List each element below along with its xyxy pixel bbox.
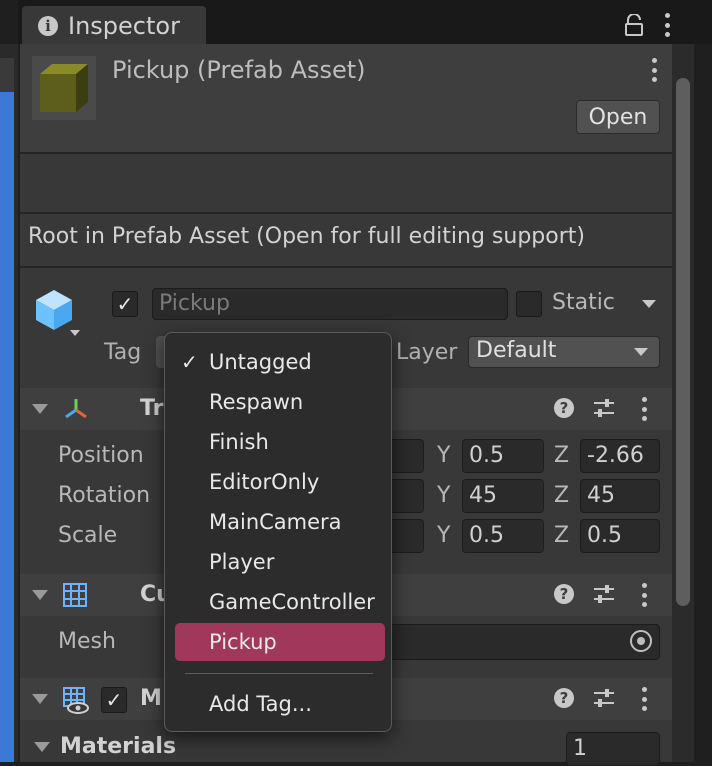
foldout-arrow-icon[interactable] xyxy=(32,694,48,704)
divider xyxy=(20,266,672,268)
scale-label: Scale xyxy=(58,523,118,548)
menu-item-label: Player xyxy=(209,550,275,574)
axis-y-label: Y xyxy=(437,483,451,508)
divider xyxy=(20,212,672,214)
axis-z-label: Z xyxy=(554,483,570,508)
gameobject-name-field[interactable]: Pickup xyxy=(152,288,508,320)
tag-label: Tag xyxy=(104,340,142,365)
open-prefab-button[interactable]: Open xyxy=(576,100,660,134)
mesh-label: Mesh xyxy=(58,629,116,654)
layer-value: Default xyxy=(476,338,557,363)
active-checkbox[interactable]: ✓ xyxy=(112,291,138,317)
foldout-arrow-icon[interactable] xyxy=(32,590,48,600)
menu-item-finish[interactable]: Finish xyxy=(175,423,385,461)
info-icon: i xyxy=(38,16,58,36)
static-label: Static xyxy=(552,290,615,315)
left-window-selection xyxy=(0,92,14,762)
position-y-field[interactable]: 0.5 xyxy=(462,439,544,473)
axis-y-label: Y xyxy=(437,443,451,468)
menu-item-pickup[interactable]: Pickup xyxy=(175,623,385,661)
mesh-renderer-icon xyxy=(63,687,89,714)
divider xyxy=(20,152,672,154)
materials-count-field[interactable]: 1 xyxy=(566,732,660,766)
menu-separator xyxy=(185,673,373,674)
static-dropdown-icon[interactable] xyxy=(642,300,656,308)
prefab-preview-icon xyxy=(32,56,96,120)
menu-item-label: Untagged xyxy=(209,350,312,374)
foldout-arrow-icon[interactable] xyxy=(32,404,48,414)
layer-label: Layer xyxy=(396,340,458,365)
help-icon[interactable]: ? xyxy=(554,688,574,708)
scale-y-field[interactable]: 0.5 xyxy=(462,519,544,553)
menu-item-label: Pickup xyxy=(209,630,277,654)
menu-item-untagged[interactable]: ✓ Untagged xyxy=(175,343,385,381)
position-z-field[interactable]: -2.66 xyxy=(580,439,660,473)
menu-item-label: Finish xyxy=(209,430,269,454)
preset-icon[interactable] xyxy=(592,583,616,605)
mesh-object-field[interactable] xyxy=(380,624,660,660)
mesh-renderer-enabled-checkbox[interactable]: ✓ xyxy=(101,687,127,713)
menu-item-player[interactable]: Player xyxy=(175,543,385,581)
materials-label: Materials xyxy=(60,734,177,759)
scale-z-field[interactable]: 0.5 xyxy=(580,519,660,553)
menu-item-label: EditorOnly xyxy=(209,470,320,494)
tab-title: Inspector xyxy=(68,12,180,40)
menu-item-add-tag[interactable]: Add Tag... xyxy=(175,685,385,723)
prefab-notice: Root in Prefab Asset (Open for full edit… xyxy=(28,224,585,249)
menu-item-editoronly[interactable]: EditorOnly xyxy=(175,463,385,501)
menu-item-label: Add Tag... xyxy=(209,692,312,716)
help-icon[interactable]: ? xyxy=(554,398,574,418)
lock-icon[interactable] xyxy=(624,14,644,36)
mesh-grid-icon xyxy=(63,583,87,607)
axis-y-label: Y xyxy=(437,523,451,548)
scrollbar-thumb[interactable] xyxy=(676,78,690,606)
rotation-y-field[interactable]: 45 xyxy=(462,479,544,513)
preset-icon[interactable] xyxy=(592,687,616,709)
menu-item-gamecontroller[interactable]: GameController xyxy=(175,583,385,621)
left-window-dropdown[interactable] xyxy=(0,58,14,92)
axis-z-label: Z xyxy=(554,523,570,548)
component-menu-icon[interactable] xyxy=(641,397,647,421)
materials-foldout-icon[interactable] xyxy=(34,742,50,752)
gameobject-cube-icon xyxy=(36,290,80,336)
header-menu-icon[interactable] xyxy=(651,58,657,82)
menu-item-label: MainCamera xyxy=(209,510,342,534)
menu-item-label: Respawn xyxy=(209,390,304,414)
asset-title: Pickup (Prefab Asset) xyxy=(112,56,366,84)
axis-z-label: Z xyxy=(554,443,570,468)
position-label: Position xyxy=(58,443,144,468)
mesh-renderer-title: M xyxy=(140,686,162,711)
rotation-label: Rotation xyxy=(58,483,151,508)
transform-icon xyxy=(65,399,87,419)
tab-menu-icon[interactable] xyxy=(664,13,670,37)
rotation-z-field[interactable]: 45 xyxy=(580,479,660,513)
preset-icon[interactable] xyxy=(592,397,616,419)
menu-item-respawn[interactable]: Respawn xyxy=(175,383,385,421)
help-icon[interactable]: ? xyxy=(554,584,574,604)
transform-title: Tr xyxy=(140,396,164,421)
menu-item-label: GameController xyxy=(209,590,375,614)
static-checkbox[interactable] xyxy=(516,291,542,317)
component-menu-icon[interactable] xyxy=(641,687,647,711)
chevron-down-icon xyxy=(634,348,648,356)
component-menu-icon[interactable] xyxy=(641,583,647,607)
object-picker-icon[interactable] xyxy=(630,630,652,652)
tag-dropdown-menu: ✓ Untagged Respawn Finish EditorOnly Mai… xyxy=(164,332,392,732)
checkmark-icon: ✓ xyxy=(181,350,198,374)
menu-item-maincamera[interactable]: MainCamera xyxy=(175,503,385,541)
